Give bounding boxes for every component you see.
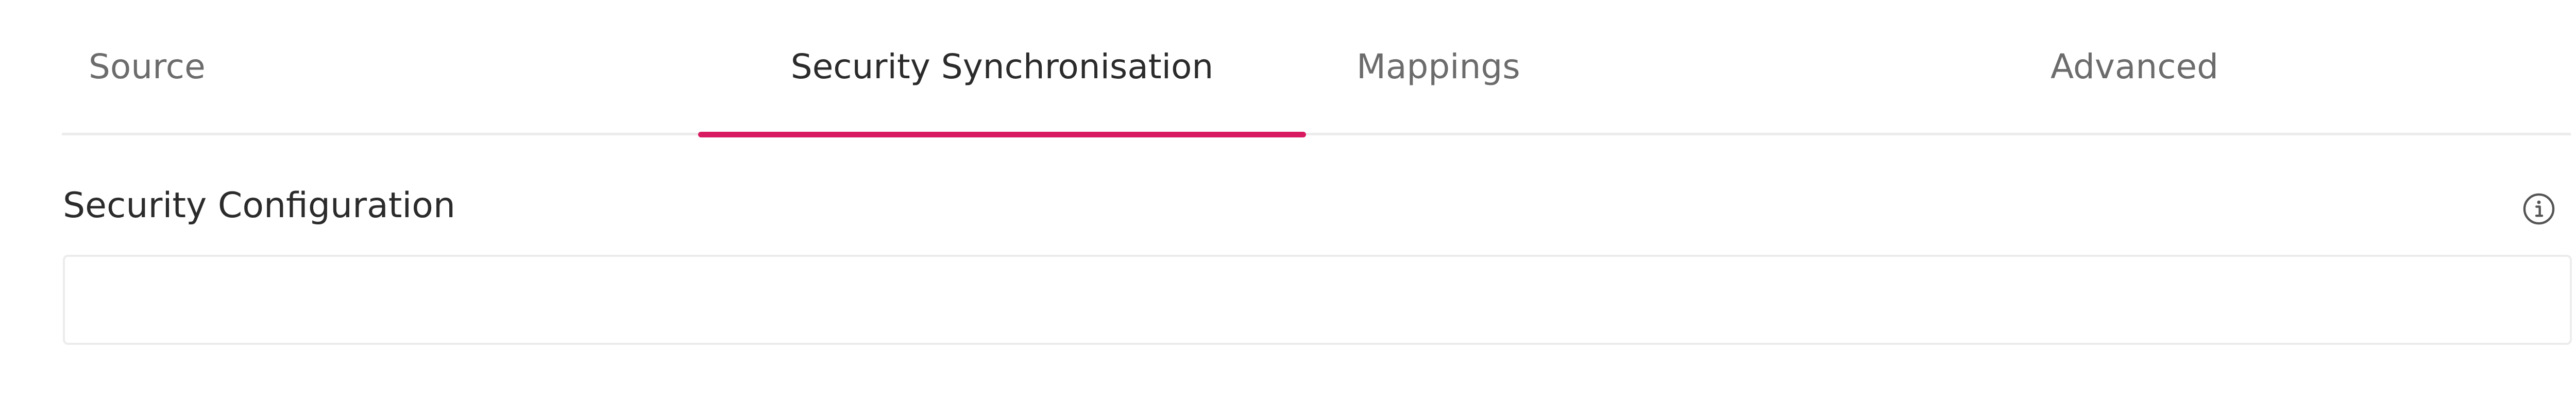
info-icon[interactable] xyxy=(2522,192,2556,226)
tab-security-synchronisation-label: Security Synchronisation xyxy=(790,46,1214,86)
tab-mappings-label: Mappings xyxy=(1357,46,1520,86)
tab-advanced-label: Advanced xyxy=(2050,46,2219,86)
tab-bar: Source Security Synchronisation Mappings… xyxy=(62,0,2571,137)
tab-security-synchronisation[interactable]: Security Synchronisation xyxy=(698,0,1306,137)
tab-source-label: Source xyxy=(89,46,206,86)
security-configuration-label: Security Configuration xyxy=(63,185,456,226)
tab-mappings[interactable]: Mappings xyxy=(1306,0,1667,133)
security-configuration-field[interactable] xyxy=(63,255,2572,345)
tab-advanced[interactable]: Advanced xyxy=(1968,0,2329,133)
tab-source[interactable]: Source xyxy=(62,0,237,133)
